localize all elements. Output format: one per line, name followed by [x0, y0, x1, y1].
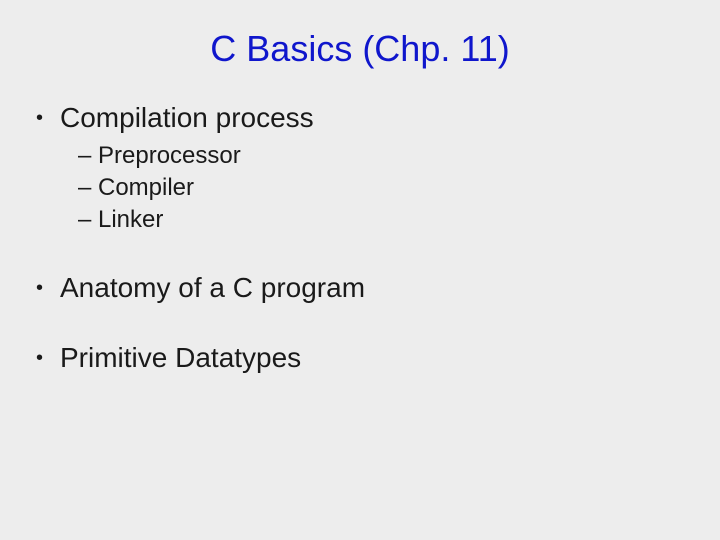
slide: C Basics (Chp. 11) Compilation process P…	[0, 0, 720, 540]
sub-bullet-item: Preprocessor	[78, 142, 720, 170]
bullet-list: Compilation process Preprocessor Compile…	[0, 102, 720, 374]
sub-bullet-item: Linker	[78, 206, 720, 234]
bullet-text: Compilation process	[60, 102, 314, 133]
slide-title: C Basics (Chp. 11)	[0, 28, 720, 70]
bullet-item: Compilation process Preprocessor Compile…	[30, 102, 720, 234]
sub-bullet-text: Compiler	[98, 174, 194, 201]
sub-bullet-list: Preprocessor Compiler Linker	[60, 142, 720, 234]
sub-bullet-text: Linker	[98, 206, 163, 233]
sub-bullet-item: Compiler	[78, 174, 720, 202]
bullet-item: Primitive Datatypes	[30, 342, 720, 374]
sub-bullet-text: Preprocessor	[98, 142, 241, 169]
bullet-text: Primitive Datatypes	[60, 342, 301, 373]
bullet-text: Anatomy of a C program	[60, 272, 365, 303]
bullet-item: Anatomy of a C program	[30, 272, 720, 304]
